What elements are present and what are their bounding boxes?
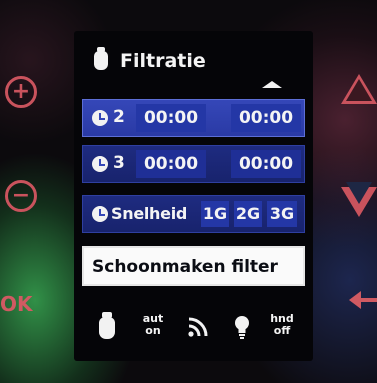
hand-mode-indicator[interactable]: hnd off (266, 313, 298, 337)
schedule-row-2[interactable]: 2 00:00 00:00 (82, 99, 305, 137)
device-screen: Filtratie 2 00:00 00:00 3 00:00 00:00 Sn… (74, 31, 313, 361)
clean-filter-button[interactable]: Schoonmaken filter (82, 246, 305, 286)
wifi-icon (188, 317, 208, 337)
start-time-field[interactable]: 00:00 (136, 104, 206, 132)
auto-mode-indicator[interactable]: aut on (138, 313, 168, 337)
down-arrow-button[interactable] (341, 182, 377, 217)
status-bar: aut on hnd off (74, 299, 313, 361)
start-time-field[interactable]: 00:00 (136, 150, 206, 178)
scroll-up-icon[interactable] (262, 81, 282, 88)
bulb-icon (235, 316, 249, 339)
clean-filter-label: Schoonmaken filter (92, 257, 278, 277)
up-arrow-button[interactable] (341, 74, 377, 104)
title-row: Filtratie (74, 31, 313, 91)
schedule-number: 3 (113, 153, 125, 173)
auto-line-2: on (145, 324, 161, 337)
page-title: Filtratie (120, 50, 206, 72)
speed-option-1[interactable]: 1G (201, 201, 229, 227)
clock-icon (92, 156, 108, 172)
pump-icon (99, 312, 115, 339)
end-time-field[interactable]: 00:00 (231, 104, 301, 132)
ok-button[interactable]: OK (0, 292, 33, 316)
speed-option-3[interactable]: 3G (267, 201, 297, 227)
schedule-row-3[interactable]: 3 00:00 00:00 (82, 145, 305, 183)
end-time-field[interactable]: 00:00 (231, 150, 301, 178)
back-arrow-button[interactable] (347, 290, 377, 310)
speed-label: Snelheid (111, 204, 188, 223)
clock-icon (92, 206, 108, 222)
clock-icon (92, 110, 108, 126)
speed-option-2[interactable]: 2G (234, 201, 262, 227)
plus-button[interactable]: + (5, 76, 37, 108)
pump-icon (94, 47, 108, 70)
back-arrow-head (349, 291, 361, 309)
schedule-number: 2 (113, 107, 125, 127)
speed-row[interactable]: Snelheid 1G 2G 3G (82, 195, 305, 233)
minus-button[interactable]: − (5, 180, 37, 212)
hand-line-2: off (273, 324, 291, 337)
